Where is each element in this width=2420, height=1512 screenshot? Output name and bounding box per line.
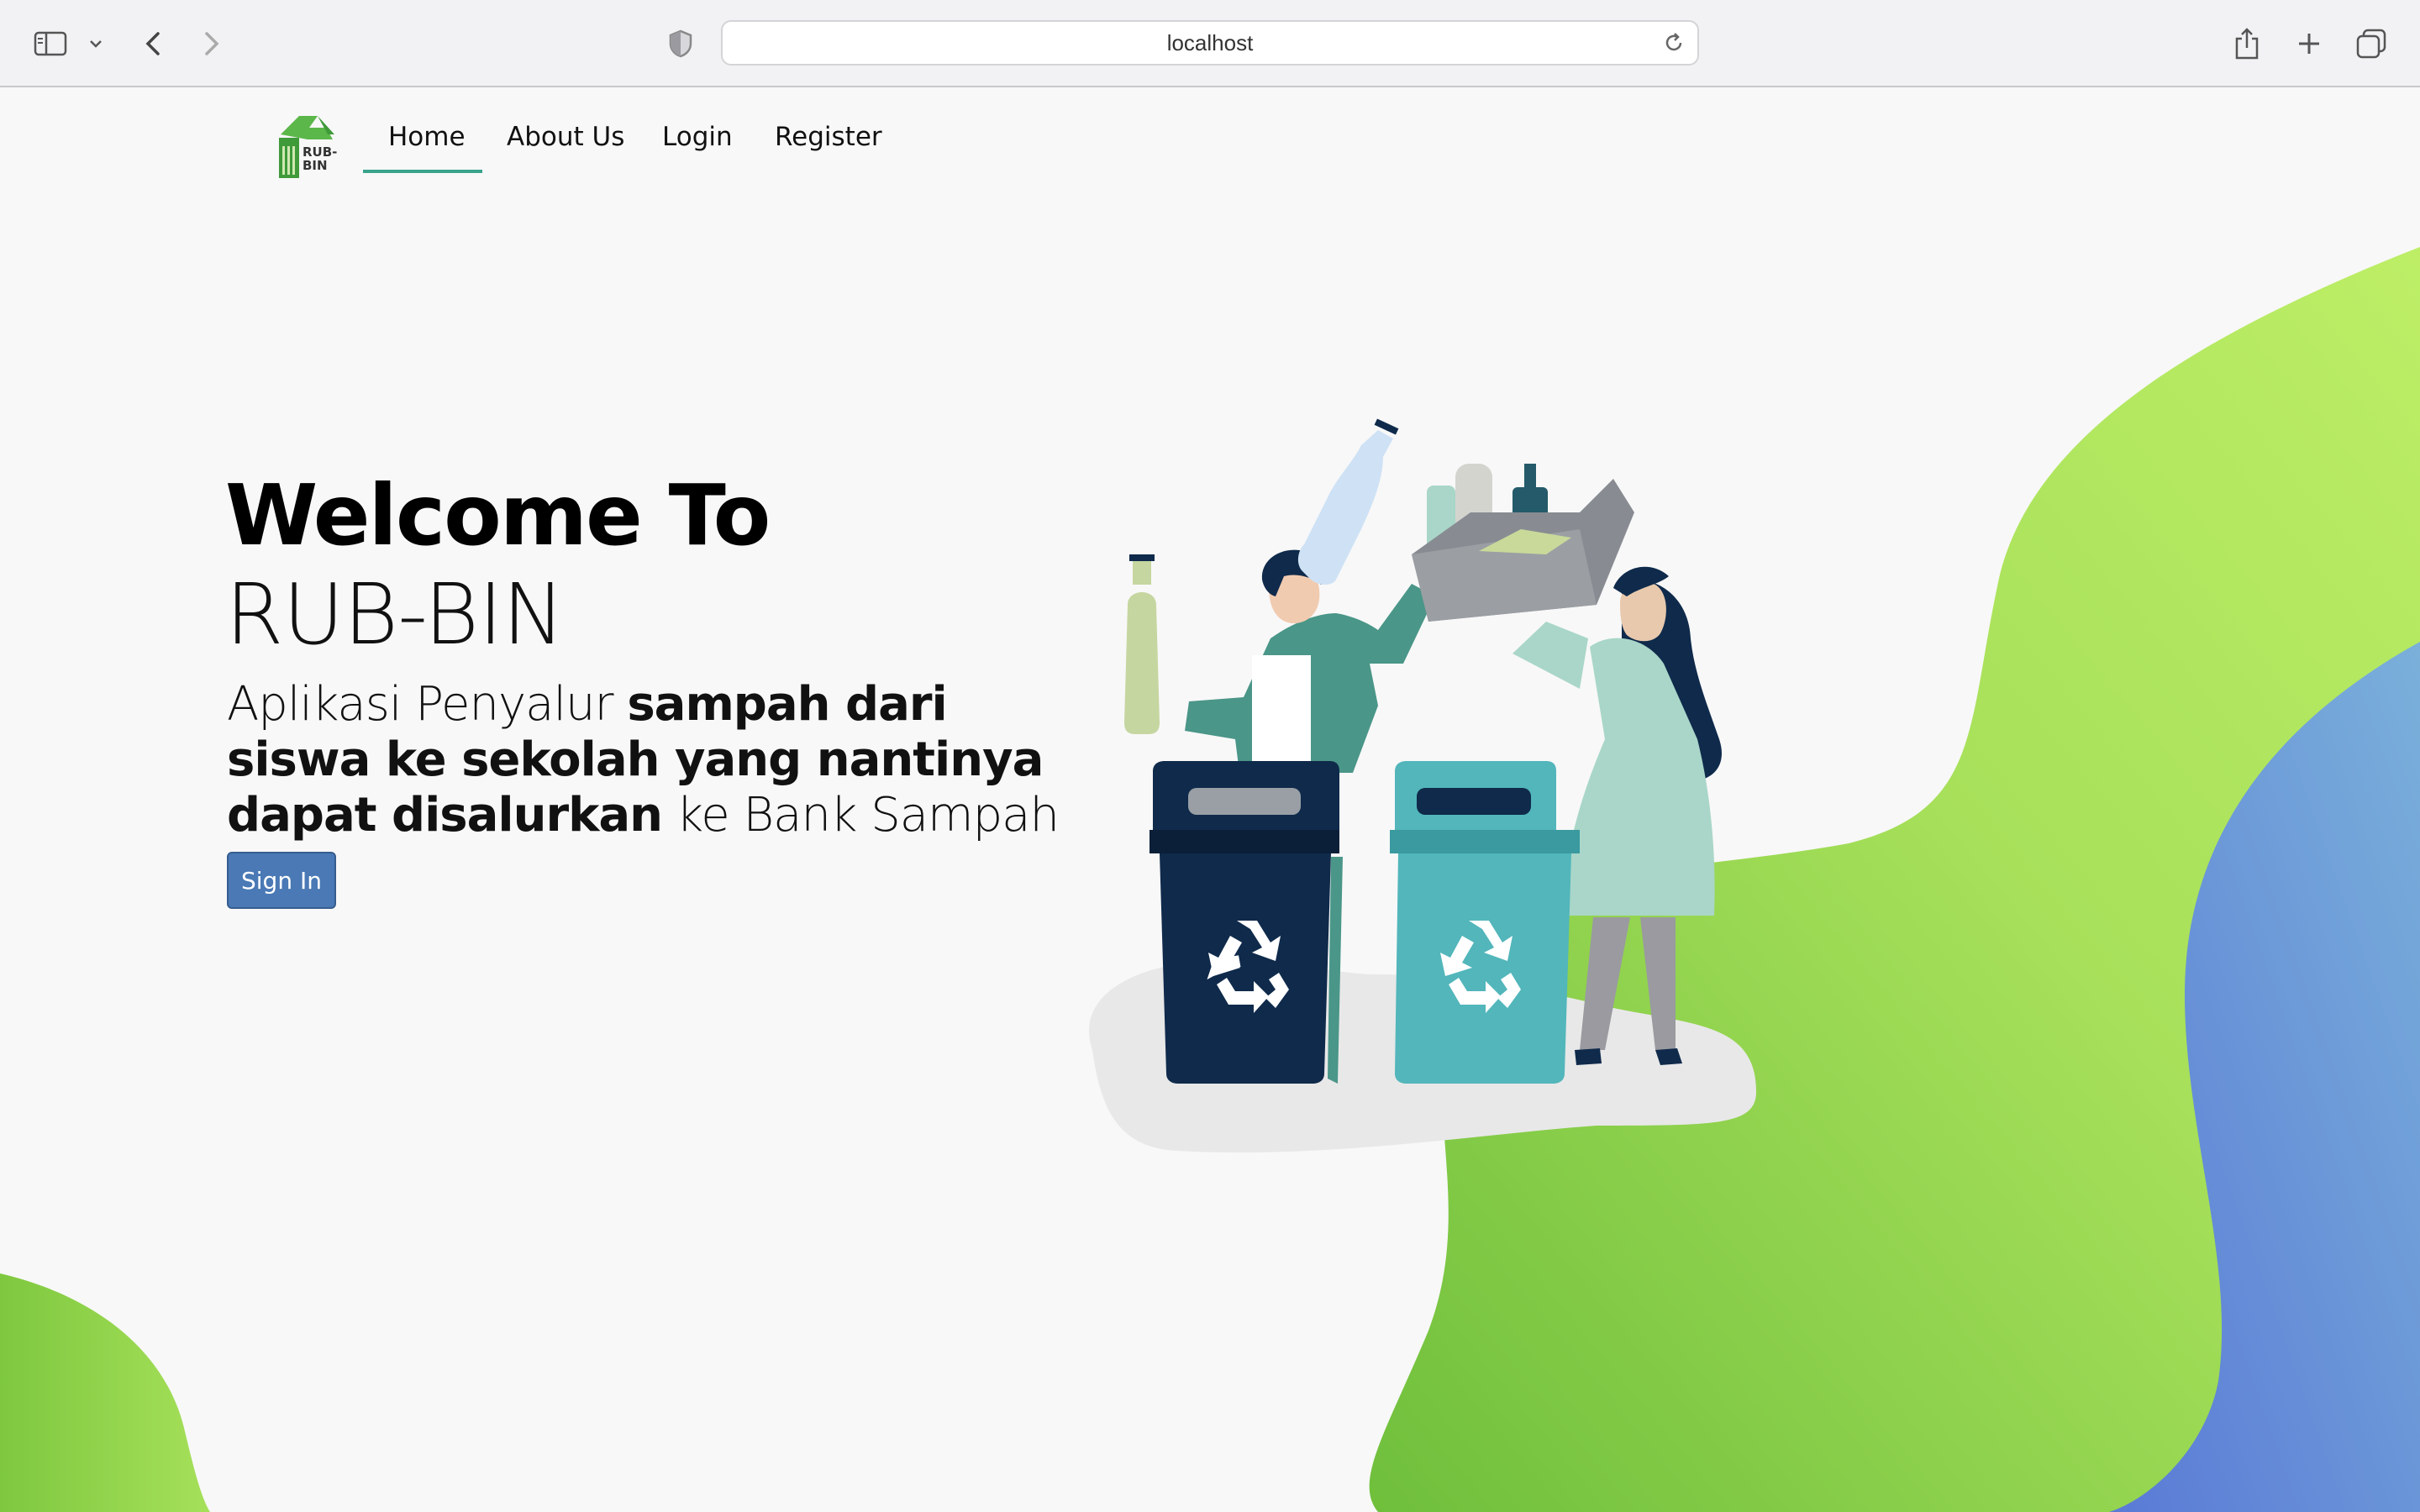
shield-icon (660, 24, 701, 64)
nav-login[interactable]: Login (662, 114, 733, 160)
chevron-down-icon[interactable] (77, 24, 114, 64)
tabs-overview-icon[interactable] (2351, 24, 2391, 64)
sign-in-button[interactable]: Sign In (227, 852, 336, 909)
hero-description: Aplikasi Penyalur sampah dari siswa ke s… (227, 677, 1101, 843)
svg-text:BIN: BIN (302, 158, 328, 173)
nav-register[interactable]: Register (775, 114, 882, 160)
back-icon[interactable] (133, 24, 173, 64)
reload-icon[interactable] (1662, 31, 1686, 60)
address-bar[interactable]: localhost (721, 20, 1699, 66)
new-tab-icon[interactable] (2289, 24, 2329, 64)
recycling-illustration (1089, 418, 1756, 1153)
nav-about-us[interactable]: About Us (507, 114, 624, 160)
rub-bin-logo[interactable]: RUB- BIN (274, 109, 341, 181)
hero-desc-light-2: ke Bank Sampah (662, 788, 1060, 843)
share-icon[interactable] (2227, 24, 2267, 64)
url-text: localhost (1166, 29, 1254, 55)
nav-home[interactable]: Home (388, 114, 466, 160)
sidebar-icon[interactable] (30, 24, 71, 64)
hero-brand: RUB-BIN (225, 565, 565, 664)
forward-icon[interactable] (192, 24, 232, 64)
hero-desc-light-1: Aplikasi Penyalur (227, 677, 628, 732)
hero-title: Welcome To (225, 466, 771, 564)
active-nav-indicator (363, 170, 482, 173)
browser-toolbar: localhost (0, 0, 2420, 87)
